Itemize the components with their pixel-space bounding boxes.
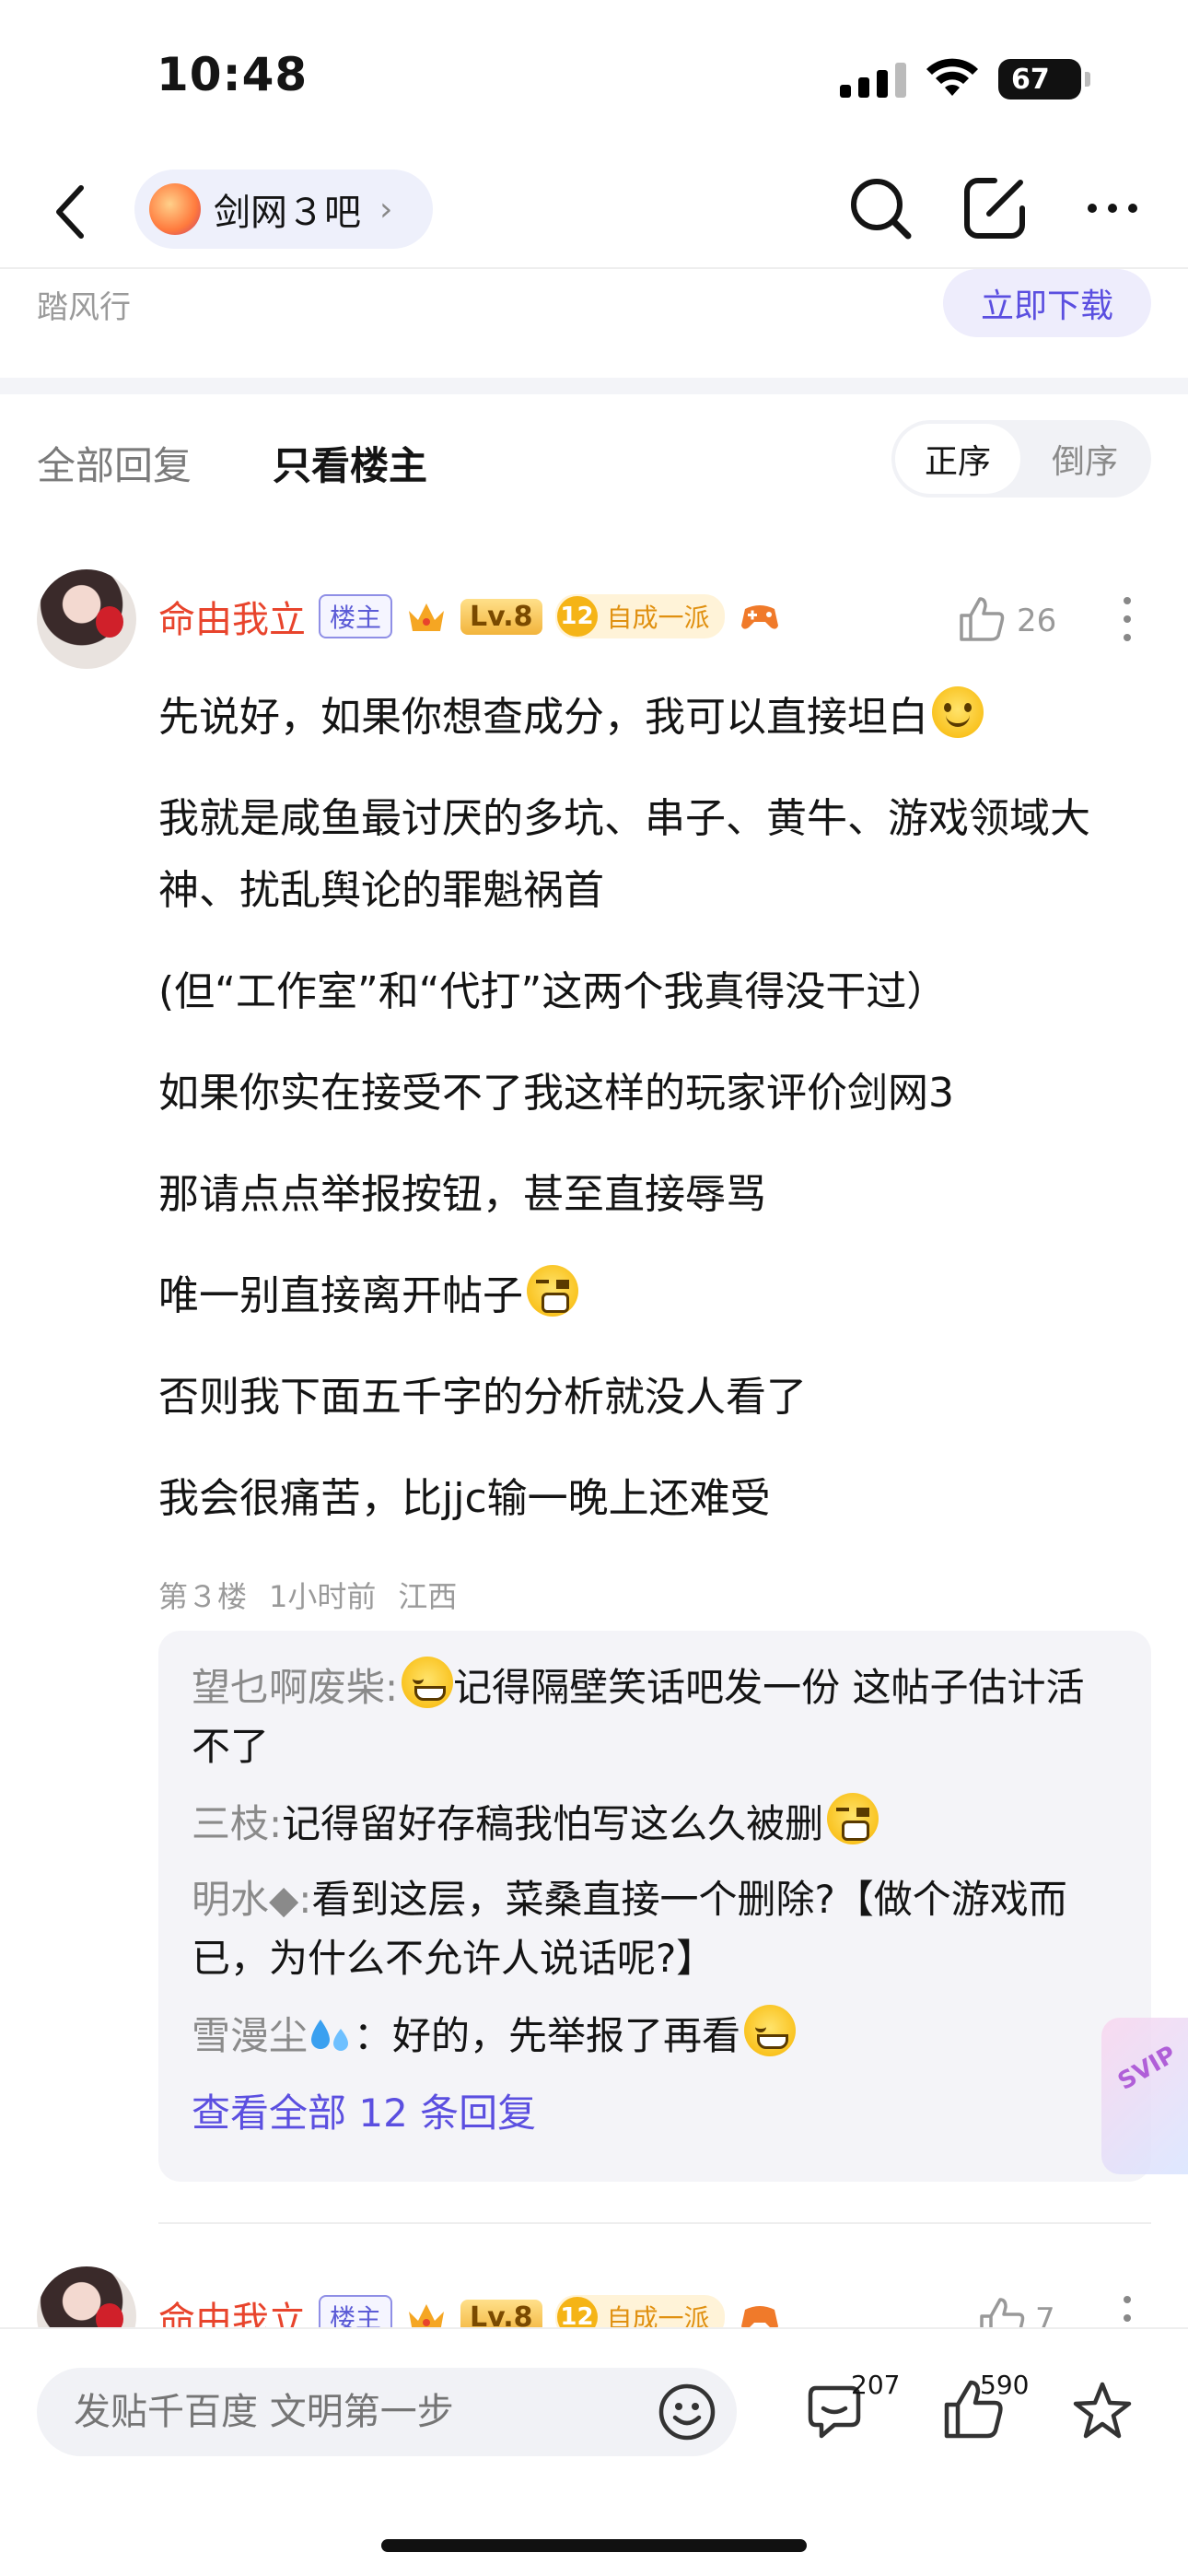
post-author-row: 命由我立 楼主 Lv.8 12 自成一派 <box>158 590 782 643</box>
grin-emoji-icon <box>402 1657 454 1708</box>
crying-emoji-icon <box>827 1793 879 1844</box>
chevron-right-icon: › <box>379 190 393 228</box>
download-banner: 踏风行 立即下载 <box>0 269 1188 380</box>
sub-reply[interactable]: 望乜啊废柴: 记得隔壁笑话吧发一份 这帖子估计活不了 <box>192 1657 1118 1776</box>
reply-filter-bar: 全部回复 只看楼主 正序 倒序 <box>0 394 1188 523</box>
crown-icon <box>409 603 445 631</box>
status-time: 10:48 <box>157 48 309 101</box>
post-location: 江西 <box>398 1579 458 1614</box>
reply-text: ：好的，先举报了再看 <box>354 2013 741 2058</box>
battery-level: 67 <box>1011 63 1050 96</box>
like-count: 26 <box>1017 603 1057 639</box>
post-paragraph: 那请点点举报按钮，甚至直接辱骂 <box>158 1171 766 1218</box>
wifi-icon <box>926 58 978 96</box>
bottom-bar: 207 590 <box>0 2327 1188 2576</box>
view-all-replies-link[interactable]: 查看全部 12 条回复 <box>192 2082 1118 2138</box>
floor-number: 第３楼 <box>158 1579 248 1614</box>
sect-name: 自成一派 <box>606 603 710 633</box>
forum-name: 剑网３吧 <box>214 192 361 234</box>
reply-author[interactable]: 雪漫尘 <box>192 2013 308 2058</box>
post-paragraph: 我会很痛苦，比jjc输一晚上还难受 <box>158 1475 771 1522</box>
svip-watermark <box>1101 2018 1188 2174</box>
post-paragraph: 唯一别直接离开帖子 <box>158 1260 1153 1332</box>
forum-logo <box>149 183 201 235</box>
thumb-up-icon[interactable] <box>956 593 1007 645</box>
battery-icon: 67 <box>998 59 1090 100</box>
sort-toggle: 正序 倒序 <box>891 420 1151 498</box>
sub-reply[interactable]: 明水◆:看到这层，菜桑直接一个删除?【做个游戏而已，为什么不允许人说话呢?】 <box>192 1870 1118 1988</box>
reply-author[interactable]: 望乜啊废柴: <box>192 1665 398 1710</box>
crying-emoji-icon <box>527 1265 578 1317</box>
owner-badge: 楼主 <box>319 594 393 638</box>
level-badge: Lv.8 <box>460 598 542 635</box>
post-body: 先说好，如果你想查成分，我可以直接坦白 我就是咸鱼最讨厌的多坑、串子、黄牛、游戏… <box>158 682 1153 1564</box>
sub-reply[interactable]: 雪漫尘 ：好的，先举报了再看 <box>192 2005 1118 2066</box>
grin-emoji-icon <box>744 2005 797 2056</box>
sort-asc-button[interactable]: 正序 <box>895 424 1020 494</box>
cellular-signal-icon <box>840 63 906 98</box>
reply-input[interactable] <box>37 2368 737 2456</box>
edit-icon[interactable] <box>958 171 1031 245</box>
gamepad-icon <box>740 605 778 629</box>
post-paragraph: 否则我下面五千字的分析就没人看了 <box>158 1374 807 1421</box>
back-icon[interactable] <box>48 175 94 249</box>
sub-reply[interactable]: 三枝:记得留好存稿我怕写这么久被删 <box>192 1793 1118 1854</box>
post-paragraph: 我就是咸鱼最讨厌的多坑、串子、黄牛、游戏领域大神、扰乱舆论的罪魁祸首 <box>158 795 1090 914</box>
comment-count: 207 <box>851 2370 901 2400</box>
post-divider <box>158 2222 1151 2224</box>
section-gap <box>0 378 1188 394</box>
sort-desc-button[interactable]: 倒序 <box>1022 424 1147 494</box>
banner-text: 踏风行 <box>37 289 131 326</box>
sub-replies[interactable]: 望乜啊废柴: 记得隔壁笑话吧发一份 这帖子估计活不了 三枝:记得留好存稿我怕写这么… <box>158 1631 1151 2182</box>
search-icon[interactable] <box>844 171 917 245</box>
reply-text: 看到这层，菜桑直接一个删除?【做个游戏而已，为什么不允许人说话呢?】 <box>192 1877 1067 1981</box>
forum-entry-button[interactable]: 剑网３吧 › <box>134 170 434 249</box>
tab-all-replies[interactable]: 全部回复 <box>37 435 192 491</box>
top-nav: 剑网３吧 › <box>0 157 1188 267</box>
sect-badge: 12 自成一派 <box>554 594 725 638</box>
post-paragraph: (但“工作室”和“代打”这两个我真得没干过） <box>158 968 948 1015</box>
tab-op-only[interactable]: 只看楼主 <box>273 435 427 491</box>
reply-author[interactable]: 三枝: <box>192 1801 282 1846</box>
star-icon[interactable] <box>1070 2379 1135 2443</box>
sect-level: 12 <box>556 596 598 637</box>
download-now-button[interactable]: 立即下载 <box>943 269 1151 337</box>
status-bar: 10:48 67 <box>0 0 1188 157</box>
droplets-icon <box>311 2020 349 2051</box>
home-indicator <box>381 2539 807 2552</box>
reply-text: 记得留好存稿我怕写这么久被删 <box>282 1801 824 1846</box>
like-count: 590 <box>980 2370 1030 2400</box>
username[interactable]: 命由我立 <box>158 590 306 643</box>
post-paragraph: 如果你实在接受不了我这样的玩家评价剑网3 <box>158 1070 954 1117</box>
avatar[interactable] <box>37 569 136 669</box>
emoji-icon[interactable] <box>656 2381 718 2443</box>
post-meta: 第３楼 1小时前 江西 <box>158 1574 457 1616</box>
post-time: 1小时前 <box>269 1579 377 1614</box>
smile-emoji-icon <box>932 686 984 738</box>
post-more-icon[interactable] <box>1118 591 1136 647</box>
reply-author[interactable]: 明水◆: <box>192 1877 311 1922</box>
post-paragraph: 先说好，如果你想查成分，我可以直接坦白 <box>158 682 1153 754</box>
more-icon[interactable] <box>1083 190 1142 227</box>
